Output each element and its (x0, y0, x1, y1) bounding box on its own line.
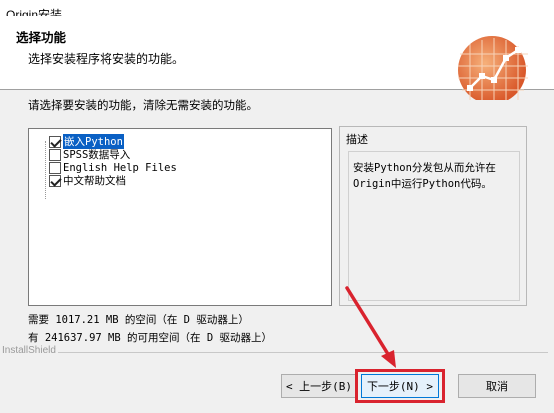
page-title: 选择功能 (16, 30, 67, 45)
header-panel: 选择功能 选择安装程序将安装的功能。 (0, 16, 554, 100)
page-subtitle: 选择安装程序将安装的功能。 (28, 52, 185, 66)
tree-connector (45, 141, 46, 199)
instruction-text: 请选择要安装的功能，清除无需安装的功能。 (28, 98, 258, 112)
back-button[interactable]: < 上一步(B) (281, 374, 357, 398)
installshield-brand: InstallShield (2, 345, 56, 356)
space-available: 有 241637.97 MB 的可用空间（在 D 驱动器上） (28, 332, 272, 344)
checkbox-spss[interactable] (49, 148, 61, 161)
description-title: 描述 (346, 133, 368, 146)
feature-item-spss[interactable]: SPSS数据导入 (49, 148, 130, 161)
feature-label: 中文帮助文档 (63, 175, 126, 187)
feature-tree[interactable]: 嵌入Python SPSS数据导入 English Help Files 中文帮… (28, 128, 332, 306)
installer-window: Origin安装 选择功能 选择安装程序将安装的功能。 请选择要安装的功能，清除… (0, 0, 554, 413)
feature-label: English Help Files (63, 161, 177, 174)
checkbox-chinese-help[interactable] (49, 174, 61, 187)
divider (58, 352, 548, 353)
checkbox-python[interactable] (49, 135, 61, 148)
checkbox-english-help[interactable] (49, 161, 61, 174)
feature-item-chinese-help[interactable]: 中文帮助文档 (49, 174, 126, 187)
space-required: 需要 1017.21 MB 的空间（在 D 驱动器上） (28, 314, 249, 326)
description-text: 安装Python分发包从而允许在Origin中运行Python代码。 (348, 151, 520, 301)
origin-logo-icon (458, 36, 528, 100)
feature-label: SPSS数据导入 (63, 149, 131, 161)
next-button-highlight (355, 369, 445, 403)
description-group: 描述 安装Python分发包从而允许在Origin中运行Python代码。 (339, 126, 527, 306)
cancel-button[interactable]: 取消 (458, 374, 536, 398)
